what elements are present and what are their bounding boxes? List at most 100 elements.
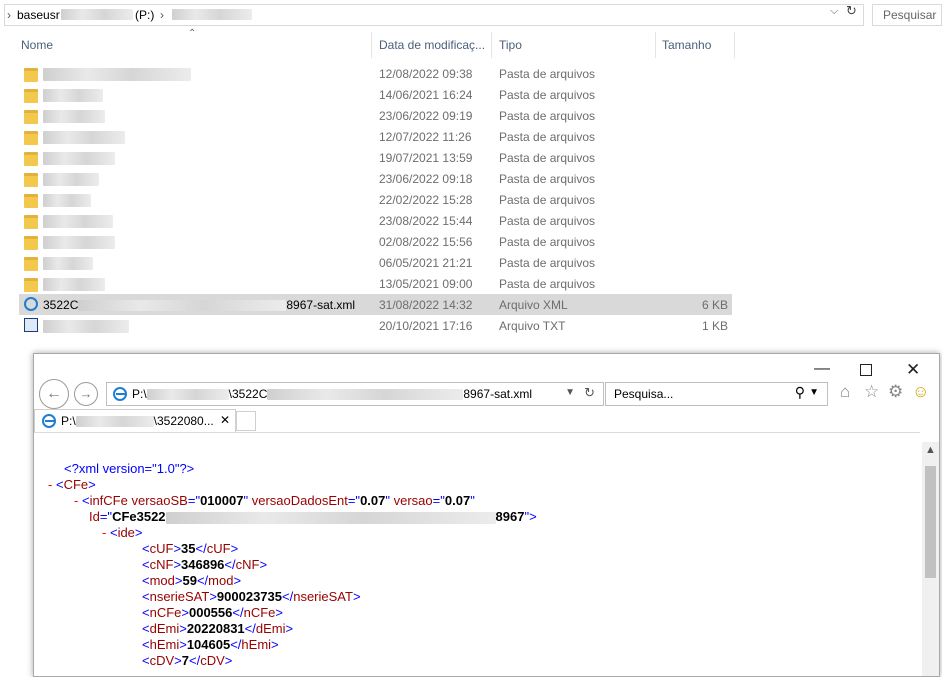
- file-row[interactable]: 12/07/2022 11:26 Pasta de arquivos: [19, 126, 732, 147]
- search-input[interactable]: Pesquisar: [872, 4, 942, 26]
- xml-field: <cDV>7</cDV>: [142, 653, 233, 668]
- file-name-redacted: [43, 235, 115, 250]
- column-name[interactable]: Nome: [21, 38, 53, 52]
- column-type[interactable]: Tipo: [499, 38, 522, 52]
- vertical-scrollbar[interactable]: ▲: [922, 442, 939, 676]
- folder-icon: [24, 173, 38, 187]
- file-name-redacted: [43, 214, 113, 229]
- minimize-icon[interactable]: —: [814, 360, 830, 378]
- xml-field: <cUF>35</cUF>: [142, 541, 239, 556]
- xml-infcfe-open: - <infCFe versaoSB="010007" versaoDadosE…: [74, 493, 475, 508]
- browser-search-input[interactable]: Pesquisa... ⚲ ▼: [605, 382, 828, 406]
- xml-declaration: <?xml version="1.0"?>: [64, 461, 195, 476]
- maximize-icon[interactable]: [860, 364, 872, 376]
- file-date: 02/08/2022 15:56: [379, 235, 473, 249]
- xml-field: <nCFe>000556</nCFe>: [142, 605, 283, 620]
- folder-icon: [24, 68, 38, 82]
- file-type: Pasta de arquivos: [499, 67, 596, 81]
- file-row[interactable]: 3522C 8967-sat.xml 31/08/2022 14:32 Arquivo…: [19, 294, 732, 315]
- file-type: Pasta de arquivos: [499, 130, 596, 144]
- folder-icon: [24, 194, 38, 208]
- file-date: 23/06/2022 09:18: [379, 172, 473, 186]
- file-row[interactable]: 23/08/2022 15:44 Pasta de arquivos: [19, 210, 732, 231]
- file-size: 1 KB: [701, 319, 728, 333]
- file-name-redacted: [43, 193, 91, 208]
- gear-icon[interactable]: ⚙: [888, 382, 903, 402]
- file-type: Pasta de arquivos: [499, 256, 596, 270]
- breadcrumb-root[interactable]: baseusr: [17, 8, 60, 22]
- txt-file-icon: [24, 318, 38, 332]
- folder-icon: [24, 257, 38, 271]
- folder-icon: [24, 110, 38, 124]
- folder-icon: [24, 89, 38, 103]
- file-row[interactable]: 19/07/2021 13:59 Pasta de arquivos: [19, 147, 732, 168]
- scrollbar-thumb[interactable]: [925, 466, 936, 578]
- file-name-redacted: [43, 88, 103, 103]
- search-icon[interactable]: ⚲: [795, 384, 805, 401]
- breadcrumb-redacted: [61, 9, 133, 20]
- collapse-toggle[interactable]: -: [48, 477, 52, 492]
- file-date: 14/06/2021 16:24: [379, 88, 473, 102]
- file-type: Pasta de arquivos: [499, 193, 596, 207]
- file-type: Pasta de arquivos: [499, 214, 596, 228]
- file-date: 23/08/2022 15:44: [379, 214, 473, 228]
- smiley-feedback-icon[interactable]: ☺: [912, 382, 929, 402]
- tab-close-icon[interactable]: ✕: [220, 413, 230, 427]
- back-button[interactable]: ←: [39, 379, 69, 409]
- file-row[interactable]: 23/06/2022 09:18 Pasta de arquivos: [19, 168, 732, 189]
- collapse-toggle[interactable]: -: [74, 493, 78, 508]
- chevron-down-icon[interactable]: ⌵: [830, 5, 838, 18]
- file-type: Pasta de arquivos: [499, 151, 596, 165]
- file-row[interactable]: 12/08/2022 09:38 Pasta de arquivos: [19, 63, 732, 84]
- file-name-redacted: [43, 109, 105, 124]
- file-name-redacted: [43, 130, 125, 145]
- file-row[interactable]: 20/10/2021 17:16 Arquivo TXT 1 KB: [19, 315, 732, 336]
- breadcrumb-drive[interactable]: (P:): [135, 8, 154, 22]
- collapse-toggle[interactable]: -: [102, 525, 106, 540]
- address-bar[interactable]: P:\ \3522C 8967-sat.xml ▼ ↻: [106, 382, 604, 406]
- new-tab-button[interactable]: [236, 411, 256, 431]
- file-row[interactable]: 14/06/2021 16:24 Pasta de arquivos: [19, 84, 732, 105]
- home-icon[interactable]: ⌂: [840, 382, 850, 402]
- file-name-redacted: [43, 151, 115, 166]
- xml-ide-open: - <ide>: [102, 525, 143, 540]
- folder-icon: [24, 215, 38, 229]
- xml-field: <cNF>346896</cNF>: [142, 557, 268, 572]
- breadcrumb[interactable]: › baseusr (P:) ›: [4, 4, 864, 26]
- column-headers: ⌃ Nome Data de modificaç... Tipo Tamanho: [0, 28, 942, 58]
- browser-tab[interactable]: P:\ \3522080... ✕: [34, 409, 236, 432]
- file-row[interactable]: 06/05/2021 21:21 Pasta de arquivos: [19, 252, 732, 273]
- chevron-down-icon[interactable]: ▼: [565, 387, 575, 398]
- column-date[interactable]: Data de modificaç...: [379, 38, 485, 52]
- column-size[interactable]: Tamanho: [662, 38, 711, 52]
- file-name-redacted: [43, 277, 105, 292]
- file-date: 13/05/2021 09:00: [379, 277, 473, 291]
- file-row[interactable]: 02/08/2022 15:56 Pasta de arquivos: [19, 231, 732, 252]
- chevron-up-icon[interactable]: ▲: [925, 444, 936, 456]
- chevron-down-icon[interactable]: ▼: [809, 387, 819, 398]
- file-size: 6 KB: [701, 298, 728, 312]
- refresh-icon[interactable]: ↻: [584, 385, 595, 401]
- folder-icon: [24, 152, 38, 166]
- file-row[interactable]: 23/06/2022 09:19 Pasta de arquivos: [19, 105, 732, 126]
- refresh-icon[interactable]: ↻: [846, 3, 857, 19]
- file-name-redacted: [43, 67, 191, 82]
- ie-icon: [113, 387, 127, 401]
- file-date: 23/06/2022 09:19: [379, 109, 473, 123]
- file-name: 3522C 8967-sat.xml: [43, 298, 356, 312]
- favorites-star-icon[interactable]: ☆: [864, 382, 879, 402]
- file-date: 12/08/2022 09:38: [379, 67, 473, 81]
- explorer-address-bar: › baseusr (P:) › ⌵ ↻ Pesquisar: [0, 0, 942, 30]
- file-row[interactable]: 13/05/2021 09:00 Pasta de arquivos: [19, 273, 732, 294]
- xml-field: <mod>59</mod>: [142, 573, 242, 588]
- chevron-right-icon: ›: [160, 8, 164, 22]
- ie-icon: [42, 414, 56, 428]
- close-icon[interactable]: ✕: [906, 360, 920, 380]
- file-type: Pasta de arquivos: [499, 88, 596, 102]
- file-row[interactable]: 22/02/2022 15:28 Pasta de arquivos: [19, 189, 732, 210]
- file-name-redacted: [43, 256, 93, 271]
- file-type: Pasta de arquivos: [499, 109, 596, 123]
- file-name-redacted: [43, 172, 99, 187]
- forward-button[interactable]: →: [74, 382, 98, 406]
- sort-ascending-icon: ⌃: [188, 28, 197, 39]
